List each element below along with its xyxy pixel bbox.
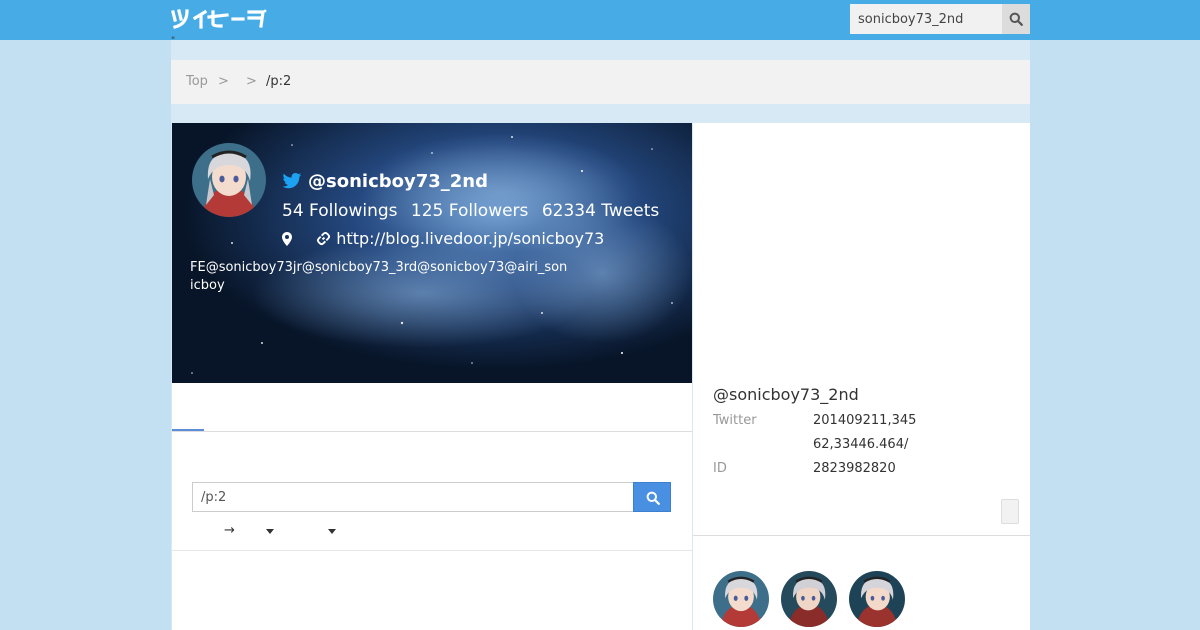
small-button[interactable] <box>1001 499 1019 524</box>
profile-bio: FE@sonicboy73jr@sonicboy73_3rd@sonicboy7… <box>190 260 568 293</box>
search-icon <box>646 491 660 505</box>
link-icon <box>316 231 331 250</box>
query-input[interactable] <box>192 482 634 512</box>
timeline-panel: → <box>172 383 692 630</box>
sort-arrow[interactable]: → <box>224 523 235 538</box>
header-search <box>850 4 1030 34</box>
profile-info-panel: @sonicboy73_2nd Twitter 201409211,345 62… <box>693 123 1030 630</box>
order-dropdown[interactable] <box>328 523 336 538</box>
main-container: " Top > > /p:2 @sonicboy73_2nd 54 Follow… <box>171 36 1030 630</box>
id-label: ID <box>713 461 727 476</box>
twitter-value-line1: 201409211,345 <box>813 413 917 428</box>
chevron-down-icon <box>266 529 274 534</box>
info-handle: @sonicboy73_2nd <box>713 385 859 404</box>
breadcrumb-separator: > <box>218 74 229 89</box>
twitter-value-line2: 62,33446.464/ <box>813 437 909 452</box>
top-bar <box>0 0 1200 40</box>
followers-count[interactable]: 125 Followers <box>411 201 528 221</box>
search-input[interactable] <box>850 4 1002 34</box>
divider <box>172 550 692 551</box>
tab-divider <box>172 431 692 432</box>
chevron-down-icon <box>328 529 336 534</box>
logo-icon[interactable] <box>171 8 271 30</box>
id-value: 2823982820 <box>813 461 896 476</box>
followings-count[interactable]: 54 Followings <box>282 201 398 221</box>
profile-header: @sonicboy73_2nd 54 Followings 125 Follow… <box>172 123 692 383</box>
avatar[interactable] <box>849 571 905 627</box>
search-button[interactable] <box>1002 4 1030 34</box>
twitter-label: Twitter <box>713 413 757 428</box>
search-icon <box>1009 12 1023 26</box>
profile-stats: 54 Followings 125 Followers 62334 Tweets <box>282 201 667 221</box>
avatar[interactable] <box>713 571 769 627</box>
avatar[interactable] <box>781 571 837 627</box>
map-marker-icon <box>282 231 292 250</box>
tiny-mark: " <box>171 36 176 46</box>
filter-dropdown[interactable] <box>266 523 274 538</box>
tweets-count[interactable]: 62334 Tweets <box>542 201 659 221</box>
query-search-button[interactable] <box>633 482 671 512</box>
twitter-icon <box>282 173 302 189</box>
profile-handle[interactable]: @sonicboy73_2nd <box>282 171 488 192</box>
profile-url-link[interactable]: http://blog.livedoor.jp/sonicboy73 <box>336 229 604 248</box>
breadcrumb-top-link[interactable]: Top <box>186 74 208 89</box>
profile-handle-text: @sonicboy73_2nd <box>308 171 488 192</box>
profile-meta: http://blog.livedoor.jp/sonicboy73 <box>282 229 604 250</box>
breadcrumb-current: /p:2 <box>266 74 292 89</box>
avatar[interactable] <box>192 143 266 217</box>
divider <box>693 535 1030 536</box>
breadcrumb: Top > > /p:2 <box>171 60 1030 104</box>
breadcrumb-separator: > <box>246 74 257 89</box>
